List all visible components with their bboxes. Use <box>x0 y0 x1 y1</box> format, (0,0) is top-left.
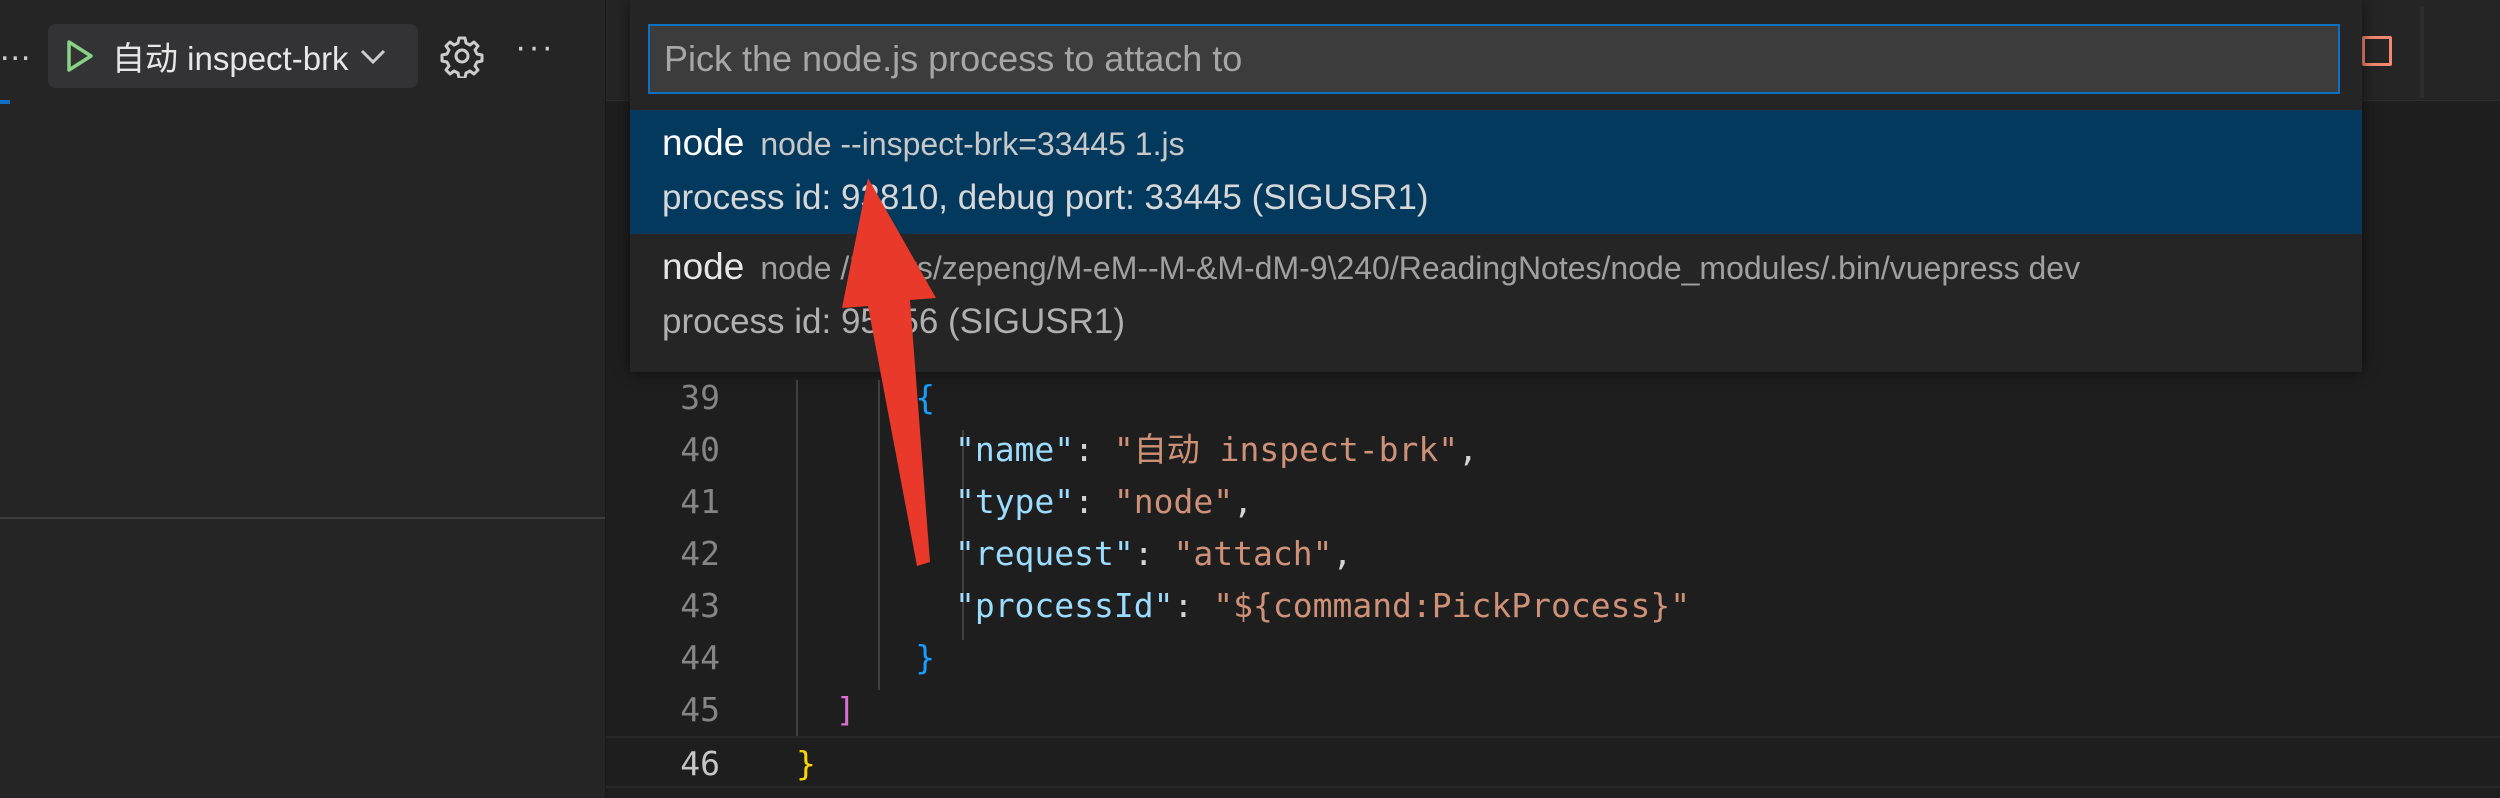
code-line[interactable]: 40 "name": "自动 inspect-brk", <box>606 424 2500 476</box>
toolbar-edge <box>2420 6 2424 98</box>
code-token: "node" <box>1113 482 1234 521</box>
line-number: 43 <box>680 586 720 625</box>
process-detail: process id: 93810, debug port: 33445 (SI… <box>662 178 1429 217</box>
code-token: "processId" <box>954 586 1174 625</box>
quick-pick-widget: node node --inspect-brk=33445 1.js proces… <box>630 0 2362 372</box>
code-line[interactable]: 42 "request": "attach", <box>606 528 2500 580</box>
code-text: "name": "自动 inspect-brk", <box>796 424 1478 476</box>
code-token: : <box>1074 482 1114 521</box>
code-text: ] <box>796 684 856 736</box>
focus-indicator <box>0 100 10 104</box>
process-label: node <box>662 246 745 287</box>
play-icon[interactable] <box>62 36 98 76</box>
process-label: node <box>662 122 745 163</box>
line-number: 45 <box>680 690 720 729</box>
code-token: "自动 inspect-brk" <box>1113 430 1459 469</box>
process-item[interactable]: node node /Users/zepeng/M-eM--M-&M-dM-9\2… <box>630 234 2362 358</box>
more-icon[interactable]: ··· <box>515 28 555 67</box>
code-line[interactable]: 44 } <box>606 632 2500 684</box>
overflow-label[interactable]: ... <box>0 30 31 69</box>
stop-icon[interactable] <box>2362 36 2392 66</box>
code-token: { <box>915 378 936 417</box>
code-token: : <box>1133 534 1174 573</box>
code-text: "processId": "${command:PickProcess}" <box>796 580 1690 632</box>
code-text: "request": "attach", <box>796 528 1352 580</box>
code-text: "type": "node", <box>796 476 1253 528</box>
code-token: "type" <box>954 482 1075 521</box>
launch-config-select[interactable]: 自动 inspect-brk <box>48 24 418 88</box>
code-text: } <box>796 632 935 684</box>
code-token: : <box>1173 586 1214 625</box>
code-token: } <box>796 744 816 783</box>
code-token: , <box>1233 482 1254 521</box>
process-command: node --inspect-brk=33445 1.js <box>760 126 1185 162</box>
code-line[interactable]: 39 { <box>606 372 2500 424</box>
line-number: 44 <box>680 638 720 677</box>
line-number: 39 <box>680 378 720 417</box>
process-command: node /Users/zepeng/M-eM--M-&M-dM-9\240/R… <box>760 250 2081 286</box>
code-text: } <box>796 738 816 790</box>
code-line[interactable]: 45 ] <box>606 684 2500 736</box>
code-line[interactable]: 43 "processId": "${command:PickProcess}" <box>606 580 2500 632</box>
line-number: 46 <box>680 744 720 783</box>
code-line[interactable]: 46} <box>606 736 2500 788</box>
code-text: { <box>796 372 935 424</box>
code-token: : <box>1074 430 1114 469</box>
line-number: 42 <box>680 534 720 573</box>
launch-config-label: 自动 inspect-brk <box>112 40 349 77</box>
code-token: "name" <box>954 430 1075 469</box>
debug-sidebar: ... 自动 inspect-brk ··· <box>0 0 606 798</box>
code-token: , <box>1458 430 1478 469</box>
process-detail: process id: 95256 (SIGUSR1) <box>662 302 1125 341</box>
code-token: ] <box>835 690 856 729</box>
code-token: , <box>1332 534 1353 573</box>
code-token: } <box>915 638 936 677</box>
line-number: 40 <box>680 430 720 469</box>
code-token: "request" <box>954 534 1134 573</box>
process-item[interactable]: node node --inspect-brk=33445 1.js proces… <box>630 110 2362 234</box>
code-token: "${command:PickProcess}" <box>1213 586 1691 625</box>
quick-pick-input[interactable] <box>648 24 2340 94</box>
chevron-down-icon[interactable] <box>357 40 389 72</box>
gear-icon[interactable] <box>440 34 484 80</box>
section-divider <box>0 517 605 519</box>
line-number: 41 <box>680 482 720 521</box>
code-token: "attach" <box>1173 534 1333 573</box>
code-line[interactable]: 41 "type": "node", <box>606 476 2500 528</box>
